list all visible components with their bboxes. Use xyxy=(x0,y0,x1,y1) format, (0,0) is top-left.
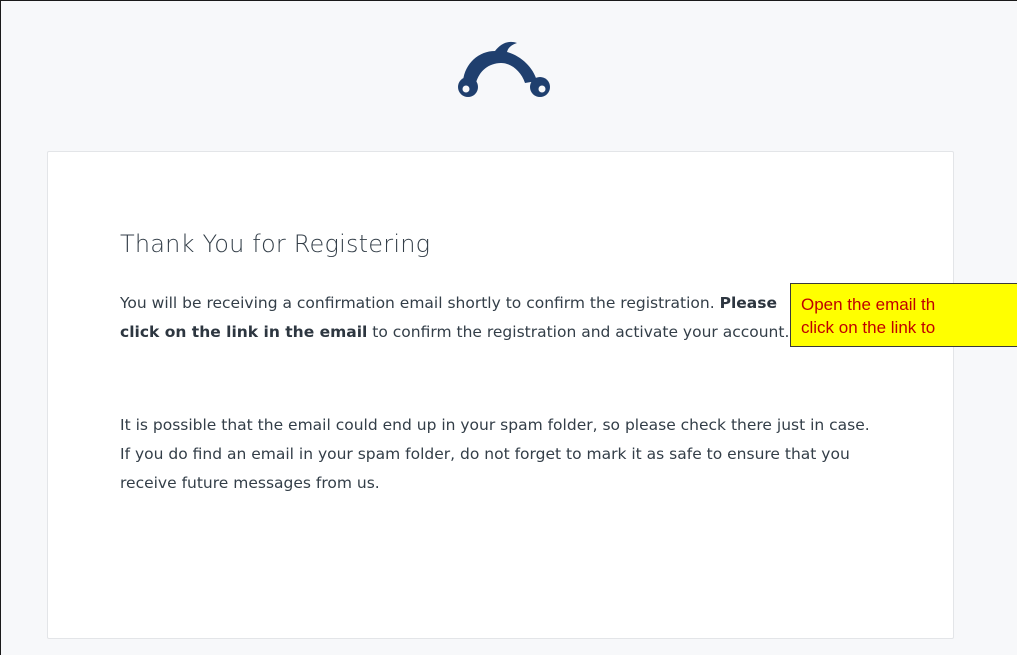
confirmation-text-start: You will be receiving a confirmation ema… xyxy=(120,294,720,312)
surveymonkey-logo-icon xyxy=(458,41,550,97)
confirmation-card: Thank You for Registering You will be re… xyxy=(47,151,954,639)
spam-folder-message: It is possible that the email could end … xyxy=(120,416,870,492)
page-title: Thank You for Registering xyxy=(120,230,431,258)
instruction-callout: Open the email th click on the link to xyxy=(790,283,1017,347)
confirmation-message: You will be receiving a confirmation ema… xyxy=(120,289,790,347)
page-frame: Thank You for Registering You will be re… xyxy=(0,0,1017,655)
confirmation-text-end: to confirm the registration and activate… xyxy=(367,323,790,341)
